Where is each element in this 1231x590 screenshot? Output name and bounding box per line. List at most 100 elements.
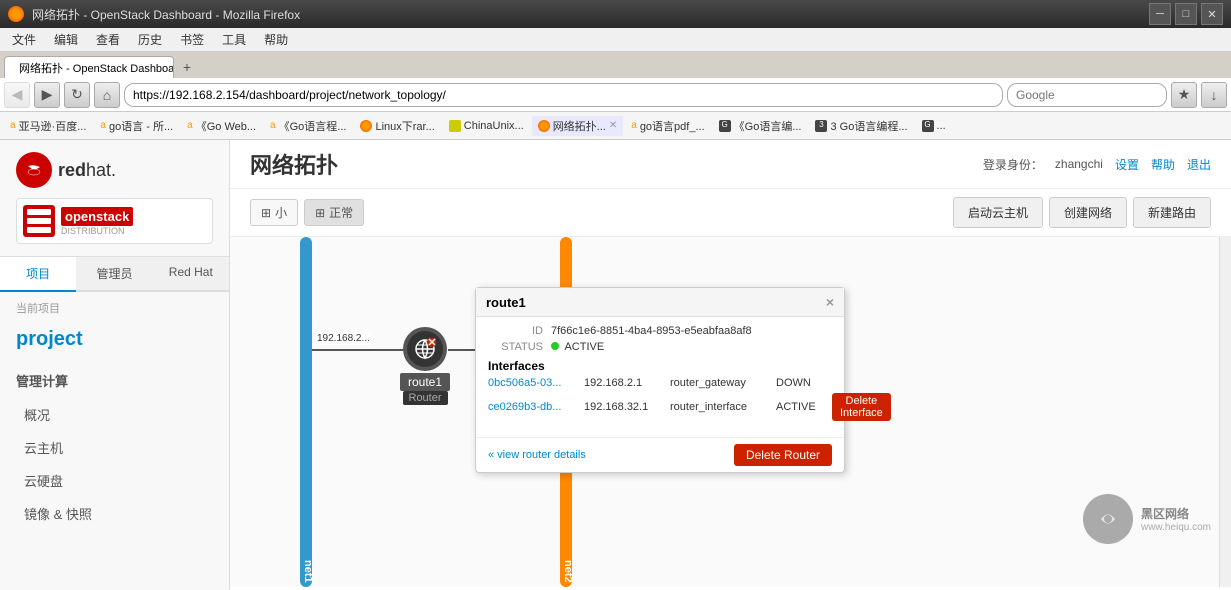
delete-interface-button[interactable]: Delete Interface [832,393,891,421]
page-header: 网络拓扑 登录身份： zhangchi 设置 帮助 退出 [230,140,1231,189]
bookmark-more-icon: G [922,120,934,132]
home-button[interactable]: ⌂ [94,82,120,108]
bookmark-go3-icon: G [719,120,731,132]
search-input[interactable] [1007,83,1167,107]
user-prefix: 登录身份： [983,156,1043,173]
bookmark-chinaunix[interactable]: ChinaUnix... [443,118,530,134]
iface2-link[interactable]: ce0269b3-db... [488,401,578,413]
sidebar-tab-admin[interactable]: 管理员 [76,257,152,292]
right-scrollbar[interactable] [1219,237,1231,587]
sidebar-item-instances[interactable]: 云主机 [0,431,229,464]
bookmark-linux-label: Linux下rar... [375,118,434,134]
popup-close-button[interactable]: × [826,294,834,310]
firefox-icon [8,6,24,22]
bookmark-gopdf[interactable]: a go语言pdf_... [625,116,710,136]
sidebar-section-compute: 管理计算 [0,363,229,398]
menu-file[interactable]: 文件 [4,29,44,50]
bookmark-amazon1[interactable]: a 亚马逊·百度... [4,116,92,136]
tab-active[interactable]: 网络拓扑 - OpenStack Dashboard ... ✕ [4,56,174,78]
minimize-button[interactable]: ─ [1149,3,1171,25]
bookmark-goweb-icon: a [187,120,193,131]
bookmark-more-label: ... [937,120,946,132]
router-node[interactable]: route1 Router [400,327,450,405]
bookmark-linux-icon [360,120,372,132]
iface1-status: DOWN [776,377,826,389]
popup-status-value: ACTIVE [551,341,604,353]
sidebar: redhat. openstack DISTRIBUTION 项目 管理员 Re… [0,140,230,590]
back-button[interactable]: ◀ [4,82,30,108]
sidebar-logo-area: redhat. openstack DISTRIBUTION [0,140,229,257]
view-normal-button[interactable]: ⊞ 正常 [304,199,364,226]
openstack-dist: DISTRIBUTION [61,226,133,236]
iface1-link[interactable]: 0bc506a5-03... [488,377,578,389]
sidebar-item-images[interactable]: 镜像 & 快照 [0,497,229,530]
view-normal-icon: ⊞ [315,206,325,220]
bookmark-go4[interactable]: 3 3 Go语言编程... [809,116,913,136]
net1-label: net1 [298,556,318,587]
menu-tools[interactable]: 工具 [214,29,254,50]
bookmark-chinaunix-icon [449,120,461,132]
watermark-text: 黑区网络 www.heiqu.com [1141,505,1211,533]
logout-link[interactable]: 退出 [1187,156,1211,173]
bookmark-go2[interactable]: a 《Go语言程... [264,116,352,136]
menu-help[interactable]: 帮助 [256,29,296,50]
bookmark-go4-icon: 3 [815,120,827,132]
page-title: 网络拓扑 [250,148,338,180]
reload-button[interactable]: ↻ [64,82,90,108]
bookmark-go2-label: 《Go语言程... [279,118,347,134]
menu-history[interactable]: 历史 [130,29,170,50]
url-input[interactable] [124,83,1003,107]
popup-id-value: 7f66c1e6-8851-4ba4-8953-e5eabfaa8af8 [551,325,752,337]
titlebar-controls[interactable]: ─ □ ✕ [1149,3,1223,25]
bookmark-go1[interactable]: a go语言 - 所... [94,116,179,136]
delete-router-button[interactable]: Delete Router [734,444,832,466]
launch-instance-button[interactable]: 启动云主机 [953,197,1043,228]
view-small-button[interactable]: ⊞ 小 [250,199,298,226]
topology-canvas: net1 net2 192.168.2... [230,237,1231,587]
bookmark-more[interactable]: G ... [916,118,952,134]
bookmark-gopdf-label: go语言pdf_... [640,118,705,134]
forward-button[interactable]: ▶ [34,82,60,108]
maximize-button[interactable]: □ [1175,3,1197,25]
help-link[interactable]: 帮助 [1151,156,1175,173]
bookmark-gopdf-icon: a [631,120,637,131]
close-button[interactable]: ✕ [1201,3,1223,25]
sidebar-item-volumes[interactable]: 云硬盘 [0,464,229,497]
openstack-name: openstack [61,207,133,226]
address-bar: ◀ ▶ ↻ ⌂ ★ ↓ [0,78,1231,112]
bookmark-star-icon[interactable]: ★ [1171,82,1197,108]
watermark: 黑区网络 www.heiqu.com [1083,494,1211,544]
create-router-button[interactable]: 新建路由 [1133,197,1211,228]
sidebar-project-name[interactable]: project [0,324,229,363]
sidebar-tab-project[interactable]: 项目 [0,257,76,292]
openstack-logo-box: openstack DISTRIBUTION [16,198,213,244]
router-icon-wrapper[interactable] [403,327,447,371]
create-network-button[interactable]: 创建网络 [1049,197,1127,228]
bookmark-go3[interactable]: G 《Go语言编... [713,116,808,136]
sidebar-item-overview[interactable]: 概况 [0,398,229,431]
net2-label: net2 [558,556,578,587]
settings-link[interactable]: 设置 [1115,156,1139,173]
bookmark-topology-close[interactable]: ✕ [609,120,617,131]
popup-id-row: ID 7f66c1e6-8851-4ba4-8953-e5eabfaa8af8 [488,325,832,337]
bookmark-linux[interactable]: Linux下rar... [354,116,440,136]
new-tab-button[interactable]: + [176,56,198,78]
downloads-icon[interactable]: ↓ [1201,82,1227,108]
status-dot-icon [551,342,559,350]
menu-edit[interactable]: 编辑 [46,29,86,50]
bookmark-go2-icon: a [270,120,276,131]
menu-bookmarks[interactable]: 书签 [172,29,212,50]
popup-header: route1 × [476,288,844,317]
router-name-tag: route1 [400,373,450,391]
bookmark-go4-label: 3 Go语言编程... [830,118,907,134]
tab-label: 网络拓扑 - OpenStack Dashboard ... [19,60,174,76]
sidebar-tab-redhat[interactable]: Red Hat [153,257,229,292]
menu-view[interactable]: 查看 [88,29,128,50]
bookmark-goweb[interactable]: a 《Go Web... [181,116,262,136]
titlebar-title: 网络拓扑 - OpenStack Dashboard - Mozilla Fir… [32,6,300,23]
titlebar-left: 网络拓扑 - OpenStack Dashboard - Mozilla Fir… [8,6,300,23]
view-router-details-link[interactable]: « view router details [488,449,586,461]
main-content: 网络拓扑 登录身份： zhangchi 设置 帮助 退出 ⊞ 小 ⊞ 正常 [230,140,1231,590]
toolbar: ⊞ 小 ⊞ 正常 启动云主机 创建网络 新建路由 [230,189,1231,237]
bookmark-topology[interactable]: 网络拓扑... ✕ [532,116,624,136]
